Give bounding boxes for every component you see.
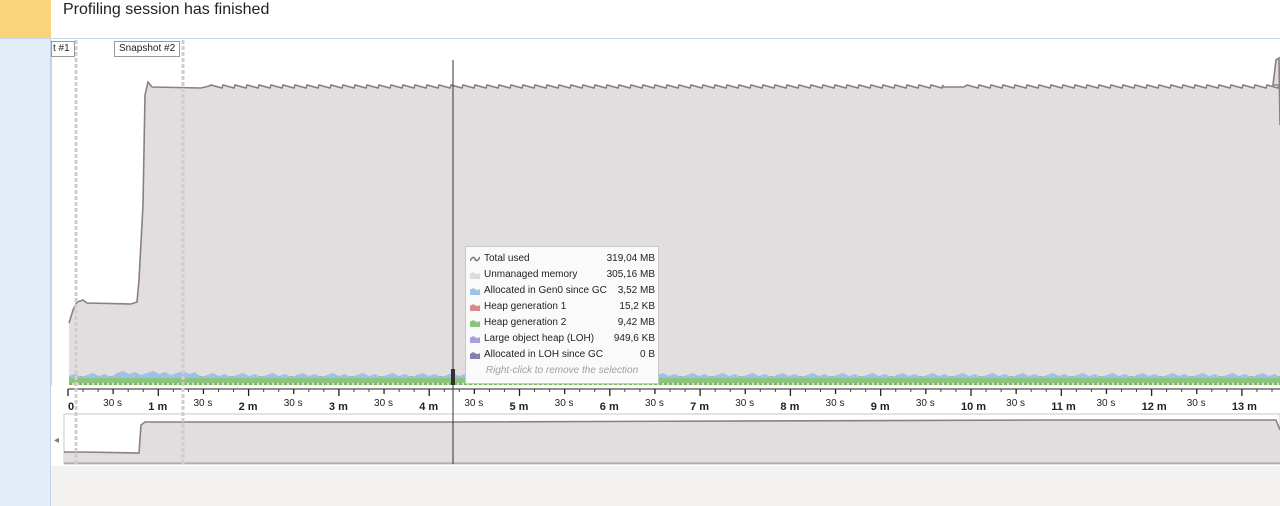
- axis-major-label: 0: [68, 401, 74, 413]
- unmanaged-memory-area: [69, 58, 1280, 385]
- banner-message: Profiling session has finished: [63, 1, 270, 18]
- axis-major-label: 8 m: [780, 401, 799, 413]
- tooltip-row-gen0-allocated: Allocated in Gen0 since GC 3,52 MB: [466, 283, 658, 299]
- axis-minor-label: 30 s: [464, 398, 483, 409]
- axis-major-label: 7 m: [690, 401, 709, 413]
- axis-minor-label: 30 s: [916, 398, 935, 409]
- axis-minor-label: 30 s: [735, 398, 754, 409]
- scroll-left-arrow[interactable]: ◂: [54, 435, 59, 446]
- tooltip-row-loh: Large object heap (LOH) 949,6 KB: [466, 331, 658, 347]
- axis-major-label: 13 m: [1232, 401, 1257, 413]
- area-icon: [470, 352, 480, 359]
- tooltip-row-unmanaged-memory: Unmanaged memory 305,16 MB: [466, 267, 658, 283]
- tooltip-row-heap-gen2: Heap generation 2 9,42 MB: [466, 315, 658, 331]
- tooltip-hint: Right-click to remove the selection: [485, 365, 639, 376]
- axis-major-label: 5 m: [510, 401, 529, 413]
- timeline-chart[interactable]: 0 30 s 1 m 30 s 2 m 30 s 3 m 30 s 4 m 30 s 5 m 30 s…: [51, 40, 1280, 466]
- axis-minor-label: 30 s: [555, 398, 574, 409]
- axis-minor-label: 30 s: [1187, 398, 1206, 409]
- axis-major-label: 3 m: [329, 401, 348, 413]
- axis-minor-label: 30 s: [193, 398, 212, 409]
- axis-minor-label: 30 s: [1006, 398, 1025, 409]
- axis-minor-label: 30 s: [103, 398, 122, 409]
- line-icon: [470, 256, 480, 262]
- tooltip-row-loh-allocated: Allocated in LOH since GC 0 B: [466, 347, 658, 363]
- axis-minor-label: 30 s: [284, 398, 303, 409]
- bottom-panel: [51, 466, 1280, 506]
- area-icon: [470, 336, 480, 343]
- area-icon: [470, 320, 480, 327]
- snapshot-1-label[interactable]: t #1: [51, 41, 75, 57]
- cursor-handle[interactable]: [451, 369, 455, 385]
- axis-major-label: 9 m: [871, 401, 890, 413]
- memory-tooltip: Total used 319,04 MB Unmanaged memory 30…: [465, 246, 659, 384]
- tooltip-row-total-used: Total used 319,04 MB: [466, 251, 658, 267]
- axis-major-label: 6 m: [600, 401, 619, 413]
- axis-major-label: 4 m: [419, 401, 438, 413]
- left-rail: [0, 39, 51, 506]
- axis-major-label: 2 m: [239, 401, 258, 413]
- overview-memory-area: [64, 420, 1280, 463]
- axis-major-label: 1 m: [148, 401, 167, 413]
- axis-major-label: 10 m: [961, 401, 986, 413]
- axis-minor-label: 30 s: [826, 398, 845, 409]
- axis-minor-label: 30 s: [645, 398, 664, 409]
- axis-major-label: 12 m: [1142, 401, 1167, 413]
- axis-major-label: 11 m: [1051, 401, 1076, 413]
- banner-accent: [0, 0, 51, 38]
- notification-banner: Profiling session has finished: [0, 0, 1280, 39]
- area-icon: [470, 288, 480, 295]
- axis-minor-label: 30 s: [1096, 398, 1115, 409]
- memory-timeline[interactable]: 0 30 s 1 m 30 s 2 m 30 s 3 m 30 s 4 m 30 s 5 m 30 s…: [51, 40, 1280, 466]
- area-icon: [470, 272, 480, 279]
- area-icon: [470, 304, 480, 311]
- snapshot-2-label[interactable]: Snapshot #2: [114, 41, 181, 57]
- tooltip-row-heap-gen1: Heap generation 1 15,2 KB: [466, 299, 658, 315]
- axis-minor-label: 30 s: [374, 398, 393, 409]
